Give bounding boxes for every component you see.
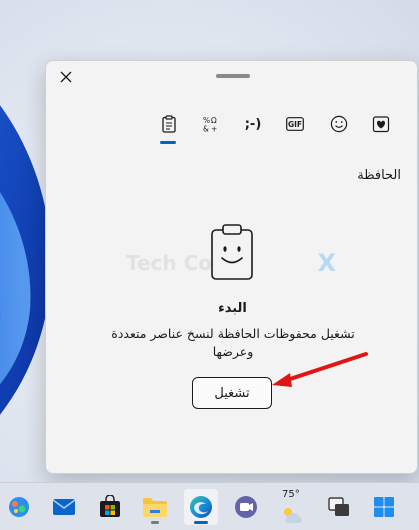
tab-gif[interactable]: GIF	[280, 107, 310, 141]
clipboard-panel: % Ω & + ;-) GIF الحافظة Tech Co... X الب…	[45, 60, 418, 474]
svg-text:&: &	[203, 125, 209, 134]
taskbar-store[interactable]	[93, 489, 127, 525]
active-indicator	[194, 521, 208, 524]
taskbar-start[interactable]	[367, 489, 401, 525]
empty-state-title: البدء	[218, 301, 247, 316]
turn-on-button[interactable]: تشغيل	[192, 377, 272, 409]
active-tab-indicator	[160, 141, 176, 144]
tab-kaomoji[interactable]: ;-)	[238, 107, 268, 141]
widgets-icon	[9, 497, 29, 517]
tab-emoji[interactable]	[324, 107, 354, 141]
taskbar: 75°	[0, 482, 419, 530]
heart-clipboard-icon	[372, 116, 390, 133]
teams-icon	[235, 496, 257, 518]
drag-handle[interactable]	[216, 74, 250, 78]
close-icon	[60, 71, 72, 83]
folder-icon	[143, 498, 167, 517]
edge-icon	[190, 496, 212, 518]
taskbar-weather[interactable]: 75°	[274, 489, 308, 525]
tab-clipboard[interactable]	[154, 107, 184, 141]
weather-icon	[284, 508, 302, 523]
taskbar-teams[interactable]	[229, 489, 263, 525]
gif-label: GIF	[287, 119, 303, 129]
tab-favorites[interactable]	[366, 107, 396, 141]
mail-icon	[52, 499, 76, 515]
weather-temperature: 75°	[282, 489, 300, 500]
emoji-icon	[330, 115, 348, 133]
tab-symbols[interactable]: % Ω & +	[196, 107, 226, 141]
taskbar-file-explorer[interactable]	[138, 489, 172, 525]
empty-state-description: تشغيل محفوظات الحافظة لنسخ عناصر متعددة …	[111, 326, 355, 359]
kaomoji-label: ;-)	[244, 116, 262, 132]
symbols-icon: % Ω & +	[203, 116, 217, 134]
section-title: الحافظة	[357, 168, 401, 183]
watermark-mark: X	[317, 249, 336, 277]
close-button[interactable]	[56, 67, 76, 87]
taskbar-edge[interactable]	[184, 489, 218, 525]
clipboard-smile-illustration	[211, 224, 253, 280]
store-icon	[100, 495, 120, 517]
taskbar-task-view[interactable]	[322, 489, 356, 525]
running-indicator	[151, 521, 159, 524]
windows-logo-icon	[374, 497, 394, 517]
taskbar-widgets[interactable]	[2, 489, 36, 525]
task-view-icon	[328, 497, 349, 516]
taskbar-mail[interactable]	[47, 489, 81, 525]
clipboard-icon	[162, 115, 176, 133]
svg-text:+: +	[211, 125, 217, 134]
panel-tabs: % Ω & + ;-) GIF	[46, 107, 419, 147]
